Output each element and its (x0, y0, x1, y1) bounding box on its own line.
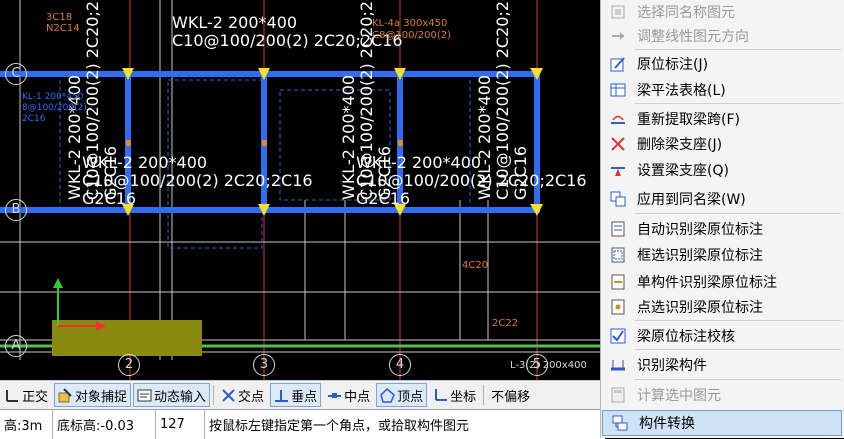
toolbar-separator (483, 385, 485, 405)
box-recognize-icon (609, 246, 627, 264)
axis-label-2: 2 (118, 354, 140, 376)
axis-label-b: B (5, 199, 27, 221)
offset-dropdown[interactable]: 不偏移 (487, 383, 534, 407)
intersection-button[interactable]: 交点 (217, 383, 268, 407)
menu-point-recognize[interactable]: 点选识别梁原位标注 (601, 295, 844, 319)
ortho-button[interactable]: 正交 (1, 383, 52, 407)
table-icon (609, 81, 627, 99)
menu-separator (635, 349, 841, 350)
menu-set-support[interactable]: 设置梁支座(Q) (601, 158, 844, 182)
set-support-icon (609, 161, 627, 179)
vertex-icon (380, 387, 396, 403)
label-kl1-2: 8@100/200(2) (22, 103, 87, 113)
vertex-button[interactable]: 顶点 (376, 383, 428, 407)
coordinate-button[interactable]: 坐标 (429, 383, 480, 407)
perpendicular-button[interactable]: 垂点 (270, 383, 322, 407)
object-snap-button[interactable]: 对象捕捉 (54, 383, 132, 407)
apply-same-icon (609, 190, 627, 208)
adjust-direction-icon (609, 27, 627, 45)
menu-separator (635, 103, 841, 104)
menu-separator (635, 379, 841, 380)
menu-single-recognize[interactable]: 单构件识别梁原位标注 (601, 270, 844, 294)
axis-label-a: A (5, 335, 27, 357)
menu-box-recognize[interactable]: 框选识别梁原位标注 (601, 243, 844, 267)
label-kl4a-2: C8@100/200(2) (372, 30, 452, 41)
label-4c20: 4C20 (462, 260, 489, 271)
status-floor-height: 高:3m (0, 410, 53, 439)
ortho-icon (5, 388, 20, 403)
menu-auto-recognize[interactable]: 自动识别梁原位标注 (601, 217, 844, 241)
status-bar: 高:3m 底标高:-0.03 127 按鼠标左键指定第一个角点，或拾取构件图元 (0, 409, 605, 439)
axis-label-c: C (5, 63, 27, 85)
status-prompt: 按鼠标左键指定第一个角点，或拾取构件图元 (209, 419, 470, 434)
auto-recognize-icon (609, 220, 627, 238)
label-kl1: KL-1 200*450 (22, 92, 84, 102)
cad-canvas[interactable]: C B A 2 3 4 5 WKL-2 200*400 C10@100/200(… (0, 0, 605, 380)
toolbar-separator (213, 385, 215, 405)
menu-delete-support[interactable]: 删除梁支座(J) (601, 132, 844, 156)
menu-separator (635, 49, 841, 50)
midpoint-button[interactable]: 中点 (323, 383, 374, 407)
recognize-beam-icon (609, 356, 627, 374)
single-recognize-icon (609, 273, 627, 291)
label-3c18: 3C18 N2C14 (46, 12, 80, 34)
check-icon (609, 327, 627, 345)
menu-adjust-direction[interactable]: 调整线性图元方向 (601, 24, 844, 48)
status-count: 127 (156, 410, 205, 439)
label-kl1-3: 2C16 (22, 114, 46, 124)
label-2c22: 2C22 (492, 318, 519, 329)
point-recognize-icon (609, 298, 627, 316)
menu-recognize-beam[interactable]: 识别梁构件 (601, 353, 844, 377)
axis-label-4: 4 (389, 354, 411, 376)
annotation-icon (609, 55, 627, 73)
menu-separator (635, 320, 841, 321)
intersection-icon (221, 388, 236, 403)
dynamic-input-icon (137, 388, 152, 403)
menu-apply-same-beam[interactable]: 应用到同名梁(W) (601, 187, 844, 211)
re-extract-icon (609, 110, 627, 128)
menu-separator (635, 213, 841, 214)
convert-icon (611, 414, 629, 432)
context-menu: 选择同名称图元 调整线性图元方向 原位标注(J) 梁平法表格(L) 重新提取梁跨… (600, 0, 844, 438)
object-snap-icon (58, 387, 73, 403)
menu-in-situ-annotation[interactable]: 原位标注(J) (601, 52, 844, 76)
label-l3: L-3(2) 200x400 (510, 360, 587, 371)
dynamic-input-button[interactable]: 动态输入 (133, 383, 211, 407)
select-same-icon (609, 3, 627, 21)
axis-label-3: 3 (253, 354, 275, 376)
menu-re-extract-span[interactable]: 重新提取梁跨(F) (601, 107, 844, 131)
beam-label-vertical-3: WKL-2 200*400 C10@100/200(2) 2C20;2C16 G… (475, 0, 530, 200)
coordinate-icon (433, 388, 448, 403)
status-base-height: 底标高:-0.03 (53, 410, 156, 439)
menu-select-same-name[interactable]: 选择同名称图元 (601, 0, 844, 24)
menu-beam-table[interactable]: 梁平法表格(L) (601, 78, 844, 102)
menu-calc-selected[interactable]: 计算选中图元 (601, 383, 844, 407)
menu-component-convert[interactable]: 构件转换 (602, 410, 842, 436)
menu-annotation-check[interactable]: 梁原位标注校核 (601, 324, 844, 348)
delete-support-icon (609, 135, 627, 153)
calculator-icon (609, 386, 627, 404)
midpoint-icon (327, 388, 342, 403)
perpendicular-icon (274, 388, 289, 403)
label-kl4a: KL-4a 300x450 (372, 18, 448, 29)
snap-toolbar: 正交 对象捕捉 动态输入 交点 垂点 中点 顶点 坐标 不偏移 (0, 380, 605, 409)
